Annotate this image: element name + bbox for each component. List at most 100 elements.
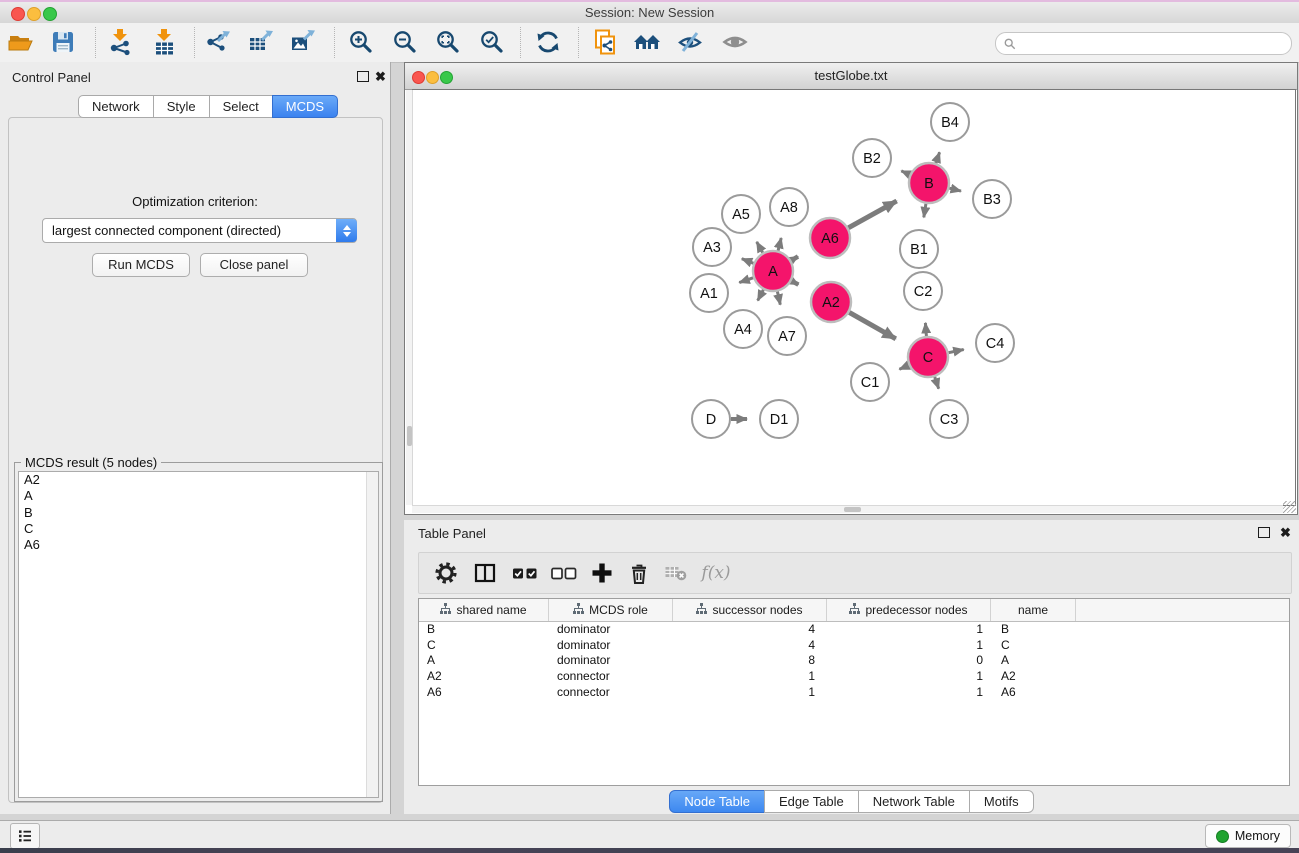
tab-mcds[interactable]: MCDS: [272, 95, 338, 118]
graph-node-A6[interactable]: A6: [810, 218, 850, 258]
tab-style[interactable]: Style: [153, 95, 210, 118]
show-eye-icon[interactable]: [721, 28, 749, 56]
delete-column-trash-icon[interactable]: [627, 561, 651, 585]
close-panel-button[interactable]: Close panel: [200, 253, 308, 277]
mcds-result-item-A2[interactable]: A2: [19, 472, 378, 488]
table-row-A[interactable]: Adominator80A: [419, 653, 1289, 669]
close-panel-icon[interactable]: ✖: [375, 71, 386, 82]
table-row-A2[interactable]: A2connector11A2: [419, 669, 1289, 685]
graph-edge-A-A4[interactable]: [758, 290, 764, 301]
column-header-successor-nodes[interactable]: successor nodes: [673, 599, 827, 621]
zoom-out-icon[interactable]: [391, 28, 419, 56]
graph-edge-A-A3[interactable]: [742, 259, 754, 264]
graph-node-B4[interactable]: B4: [931, 103, 969, 141]
mcds-result-item-A[interactable]: A: [19, 488, 378, 504]
graph-edge-C-C3[interactable]: [935, 377, 939, 389]
graph-edge-A-A1[interactable]: [739, 278, 753, 283]
zoom-fit-icon[interactable]: [434, 28, 462, 56]
export-network-icon[interactable]: [204, 28, 232, 56]
run-mcds-button[interactable]: Run MCDS: [92, 253, 190, 277]
table-row-B[interactable]: Bdominator41B: [419, 622, 1289, 638]
graph-node-D[interactable]: D: [692, 400, 730, 438]
tab-select[interactable]: Select: [209, 95, 273, 118]
hide-selected-eye-icon[interactable]: [676, 28, 704, 56]
mcds-result-list[interactable]: A2ABCA6: [18, 471, 379, 798]
graph-edge-A6-B[interactable]: [848, 201, 896, 228]
select-all-icon[interactable]: [512, 561, 539, 585]
mcds-list-scrollbar[interactable]: [366, 472, 378, 797]
network-graph[interactable]: B4 B2 B B3 A5 A8A6 B1 A3 A A1 C2 A2 A4A7 C4 C C1 C3 D D1: [407, 90, 1298, 507]
column-header-name[interactable]: name: [991, 599, 1076, 621]
graph-node-A7[interactable]: A7: [768, 317, 806, 355]
graph-edge-A-A6[interactable]: [791, 257, 798, 261]
float-panel-icon[interactable]: [357, 71, 369, 82]
graph-edge-B-B2[interactable]: [901, 171, 910, 175]
graph-node-A2[interactable]: A2: [811, 282, 851, 322]
mcds-result-item-C[interactable]: C: [19, 521, 378, 537]
graph-node-B1[interactable]: B1: [900, 230, 938, 268]
graph-node-B3[interactable]: B3: [973, 180, 1011, 218]
export-image-icon[interactable]: [289, 28, 317, 56]
zoom-selected-icon[interactable]: [478, 28, 506, 56]
column-settings-gear-icon[interactable]: [434, 561, 458, 585]
tab-network-table[interactable]: Network Table: [858, 790, 970, 813]
add-column-plus-icon[interactable]: [590, 561, 614, 585]
import-table-icon[interactable]: [150, 28, 178, 56]
graph-node-A4[interactable]: A4: [724, 310, 762, 348]
home-views-icon[interactable]: [633, 28, 661, 56]
graph-node-D1[interactable]: D1: [760, 400, 798, 438]
graph-node-B[interactable]: B: [909, 163, 949, 203]
tab-motifs[interactable]: Motifs: [969, 790, 1034, 813]
table-row-C[interactable]: Cdominator41C: [419, 638, 1289, 654]
tab-edge-table[interactable]: Edge Table: [764, 790, 859, 813]
graph-node-A5[interactable]: A5: [722, 195, 760, 233]
close-table-panel-icon[interactable]: ✖: [1280, 527, 1291, 538]
column-header-MCDS-role[interactable]: MCDS role: [549, 599, 673, 621]
memory-button[interactable]: Memory: [1205, 824, 1291, 848]
mcds-result-item-A6[interactable]: A6: [19, 537, 378, 553]
column-header-shared-name[interactable]: shared name: [419, 599, 549, 621]
network-window-titlebar[interactable]: testGlobe.txt: [405, 63, 1297, 90]
import-network-icon[interactable]: [106, 28, 134, 56]
graph-edge-A-A5[interactable]: [757, 242, 763, 253]
graph-node-C[interactable]: C: [908, 337, 948, 377]
graph-edge-A-A2[interactable]: [792, 281, 799, 285]
open-file-icon[interactable]: [7, 28, 35, 56]
export-table-icon[interactable]: [247, 28, 275, 56]
graph-node-C4[interactable]: C4: [976, 324, 1014, 362]
tab-node-table[interactable]: Node Table: [669, 790, 765, 813]
graph-edge-C-C2[interactable]: [925, 323, 926, 336]
zoom-in-icon[interactable]: [347, 28, 375, 56]
graph-edge-A2-C[interactable]: [849, 312, 896, 338]
function-builder-icon[interactable]: f(x): [699, 561, 733, 585]
graph-edge-C-C4[interactable]: [949, 350, 964, 353]
optimization-criterion-dropdown[interactable]: largest connected component (directed): [42, 218, 357, 243]
split-panel-icon[interactable]: [473, 561, 497, 585]
graph-edge-C-C1[interactable]: [899, 365, 908, 369]
graph-edge-B-B3[interactable]: [949, 188, 961, 191]
mcds-result-item-B[interactable]: B: [19, 505, 378, 521]
graph-edge-B-B4[interactable]: [936, 152, 940, 163]
search-input[interactable]: [1016, 37, 1291, 51]
graph-node-A[interactable]: A: [753, 251, 793, 291]
graph-node-C2[interactable]: C2: [904, 272, 942, 310]
save-session-icon[interactable]: [49, 28, 77, 56]
graph-node-C3[interactable]: C3: [930, 400, 968, 438]
graph-node-B2[interactable]: B2: [853, 139, 891, 177]
copy-network-icon[interactable]: [591, 28, 619, 56]
float-table-panel-icon[interactable]: [1258, 527, 1270, 538]
show-panels-button[interactable]: [10, 823, 40, 849]
graph-edge-A-A8[interactable]: [778, 238, 781, 251]
graph-node-A3[interactable]: A3: [693, 228, 731, 266]
graph-node-A8[interactable]: A8: [770, 188, 808, 226]
graph-edge-A-A7[interactable]: [777, 292, 780, 305]
tab-network[interactable]: Network: [78, 95, 154, 118]
column-header-predecessor-nodes[interactable]: predecessor nodes: [827, 599, 991, 621]
deselect-all-icon[interactable]: [551, 561, 578, 585]
graph-node-A1[interactable]: A1: [690, 274, 728, 312]
table-row-A6[interactable]: A6connector11A6: [419, 685, 1289, 701]
refresh-icon[interactable]: [534, 28, 562, 56]
graph-node-C1[interactable]: C1: [851, 363, 889, 401]
graph-edge-B-B1[interactable]: [924, 204, 926, 218]
delete-table-icon[interactable]: [664, 561, 688, 585]
